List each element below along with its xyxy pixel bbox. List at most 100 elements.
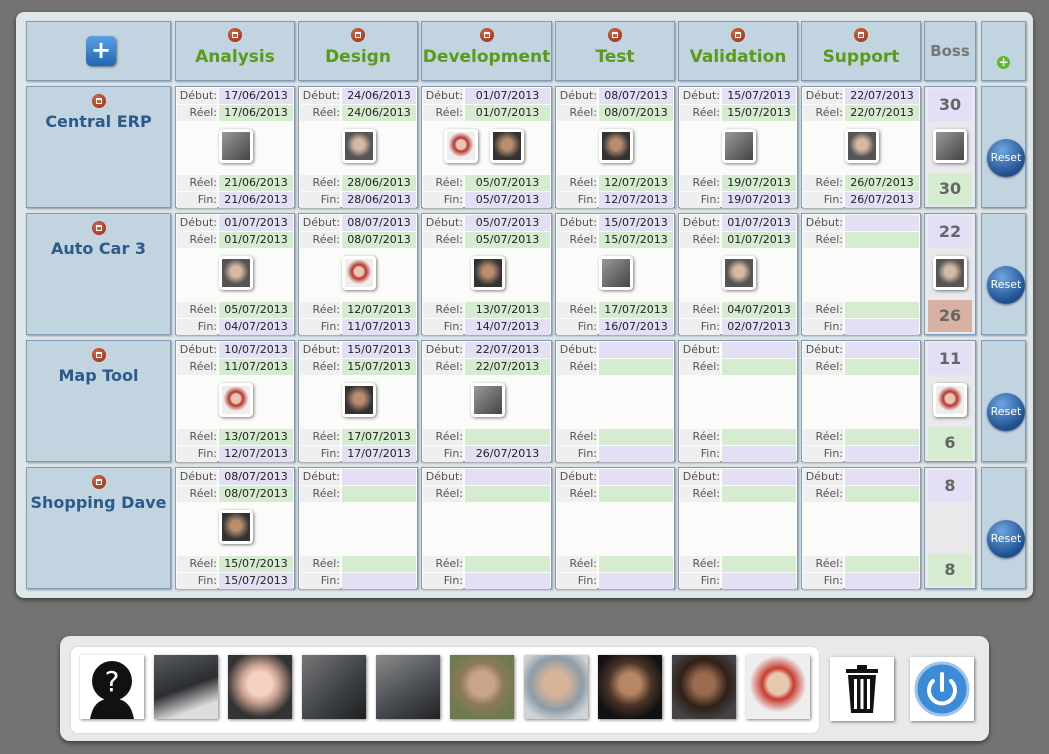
date-value[interactable] xyxy=(722,556,796,572)
project-cell[interactable]: Map Tool xyxy=(26,340,171,462)
date-value[interactable]: 21/06/2013 xyxy=(219,175,293,191)
date-value[interactable]: 14/07/2013 xyxy=(465,319,550,335)
delete-column-icon[interactable] xyxy=(228,28,242,42)
date-value[interactable] xyxy=(599,573,673,589)
task-cell[interactable]: Début: Réel: Réel: Fin: xyxy=(678,340,798,462)
date-value[interactable] xyxy=(722,573,796,589)
date-value[interactable] xyxy=(845,486,919,502)
date-value[interactable]: 22/07/2013 xyxy=(845,105,919,121)
task-cell[interactable]: Début: 05/07/2013 Réel: 05/07/2013 Réel: 13/0… xyxy=(421,213,552,335)
date-value[interactable]: 02/07/2013 xyxy=(722,319,796,335)
assigned-avatar[interactable] xyxy=(219,129,253,163)
delete-project-icon[interactable] xyxy=(91,475,106,489)
assigned-avatar[interactable] xyxy=(219,383,253,417)
delete-column-icon[interactable] xyxy=(731,28,745,42)
task-cell[interactable]: Début: Réel: Réel: Fin: xyxy=(801,340,921,462)
task-cell[interactable]: Début: 24/06/2013 Réel: 24/06/2013 Réel: 28/0… xyxy=(298,86,418,208)
task-cell[interactable]: Début: Réel: Réel: Fin: xyxy=(555,467,675,589)
task-cell[interactable]: Début: 01/07/2013 Réel: 01/07/2013 Réel: 04/0… xyxy=(678,213,798,335)
date-value[interactable] xyxy=(722,429,796,445)
date-value[interactable] xyxy=(845,319,919,335)
date-value[interactable]: 17/06/2013 xyxy=(219,105,293,121)
date-value[interactable]: 15/07/2013 xyxy=(599,215,673,231)
date-value[interactable]: 01/07/2013 xyxy=(219,215,293,231)
date-value[interactable]: 12/07/2013 xyxy=(342,302,416,318)
date-value[interactable] xyxy=(599,429,673,445)
person-avatar[interactable] xyxy=(450,655,514,719)
assigned-avatar[interactable] xyxy=(722,256,756,290)
power-button[interactable] xyxy=(910,657,974,721)
date-value[interactable]: 12/07/2013 xyxy=(599,192,673,208)
date-value[interactable] xyxy=(599,342,673,358)
assigned-avatar[interactable] xyxy=(471,383,505,417)
date-value[interactable]: 17/07/2013 xyxy=(599,302,673,318)
date-value[interactable]: 01/07/2013 xyxy=(722,215,796,231)
unknown-person-avatar[interactable]: ? xyxy=(80,655,144,719)
task-cell[interactable]: Début: 08/07/2013 Réel: 08/07/2013 Réel: 15/0… xyxy=(175,467,295,589)
delete-project-icon[interactable] xyxy=(91,221,106,235)
assigned-avatar[interactable] xyxy=(219,510,253,544)
task-cell[interactable]: Début: 15/07/2013 Réel: 15/07/2013 Réel: 17/0… xyxy=(298,340,418,462)
date-value[interactable] xyxy=(845,342,919,358)
task-cell[interactable]: Début: 08/07/2013 Réel: 08/07/2013 Réel: 12/0… xyxy=(555,86,675,208)
assigned-avatar[interactable] xyxy=(722,129,756,163)
reset-button[interactable]: Reset xyxy=(987,139,1025,177)
task-cell[interactable]: Début: Réel: Réel: Fin: xyxy=(801,467,921,589)
task-cell[interactable]: Début: 01/07/2013 Réel: 01/07/2013 Réel: 05/0… xyxy=(175,213,295,335)
date-value[interactable]: 26/07/2013 xyxy=(845,192,919,208)
date-value[interactable] xyxy=(845,359,919,375)
date-value[interactable]: 22/07/2013 xyxy=(845,88,919,104)
date-value[interactable]: 10/07/2013 xyxy=(219,342,293,358)
date-value[interactable]: 19/07/2013 xyxy=(722,192,796,208)
task-cell[interactable]: Début: 15/07/2013 Réel: 15/07/2013 Réel: 17/0… xyxy=(555,213,675,335)
assigned-avatar[interactable] xyxy=(490,129,524,163)
date-value[interactable] xyxy=(342,573,416,589)
date-value[interactable]: 01/07/2013 xyxy=(722,232,796,248)
date-value[interactable]: 26/07/2013 xyxy=(845,175,919,191)
date-value[interactable]: 17/07/2013 xyxy=(342,446,416,462)
date-value[interactable]: 12/07/2013 xyxy=(599,175,673,191)
date-value[interactable] xyxy=(465,556,550,572)
delete-project-icon[interactable] xyxy=(91,94,106,108)
date-value[interactable] xyxy=(845,429,919,445)
date-value[interactable] xyxy=(722,469,796,485)
person-avatar[interactable] xyxy=(154,655,218,719)
assigned-avatar[interactable] xyxy=(599,129,633,163)
date-value[interactable]: 13/07/2013 xyxy=(219,429,293,445)
assigned-avatar[interactable] xyxy=(342,129,376,163)
date-value[interactable] xyxy=(465,486,550,502)
date-value[interactable] xyxy=(599,556,673,572)
task-cell[interactable]: Début: 22/07/2013 Réel: 22/07/2013 Réel: 26/0… xyxy=(801,86,921,208)
date-value[interactable]: 17/07/2013 xyxy=(342,429,416,445)
assigned-avatar[interactable] xyxy=(342,256,376,290)
date-value[interactable]: 12/07/2013 xyxy=(219,446,293,462)
delete-button[interactable] xyxy=(830,657,894,721)
date-value[interactable]: 08/07/2013 xyxy=(342,215,416,231)
project-cell[interactable]: Auto Car 3 xyxy=(26,213,171,335)
date-value[interactable] xyxy=(599,446,673,462)
date-value[interactable] xyxy=(599,359,673,375)
date-value[interactable] xyxy=(845,302,919,318)
task-cell[interactable]: Début: Réel: Réel: Fin: xyxy=(678,467,798,589)
date-value[interactable]: 15/07/2013 xyxy=(722,88,796,104)
delete-column-icon[interactable] xyxy=(351,28,365,42)
date-value[interactable]: 05/07/2013 xyxy=(465,175,550,191)
delete-column-icon[interactable] xyxy=(854,28,868,42)
date-value[interactable] xyxy=(342,469,416,485)
date-value[interactable]: 22/07/2013 xyxy=(465,359,550,375)
date-value[interactable]: 26/07/2013 xyxy=(465,446,550,462)
task-cell[interactable]: Début: Réel: Réel: Fin: xyxy=(801,213,921,335)
date-value[interactable]: 01/07/2013 xyxy=(219,232,293,248)
person-avatar[interactable] xyxy=(376,655,440,719)
boss-avatar[interactable] xyxy=(933,129,967,163)
date-value[interactable]: 15/07/2013 xyxy=(599,232,673,248)
boss-avatar[interactable] xyxy=(933,256,967,290)
date-value[interactable]: 15/07/2013 xyxy=(342,359,416,375)
date-value[interactable] xyxy=(722,342,796,358)
date-value[interactable]: 19/07/2013 xyxy=(722,175,796,191)
date-value[interactable]: 15/07/2013 xyxy=(342,342,416,358)
date-value[interactable] xyxy=(342,556,416,572)
person-avatar[interactable] xyxy=(598,655,662,719)
add-project-icon[interactable]: + xyxy=(86,36,116,66)
date-value[interactable]: 22/07/2013 xyxy=(465,342,550,358)
